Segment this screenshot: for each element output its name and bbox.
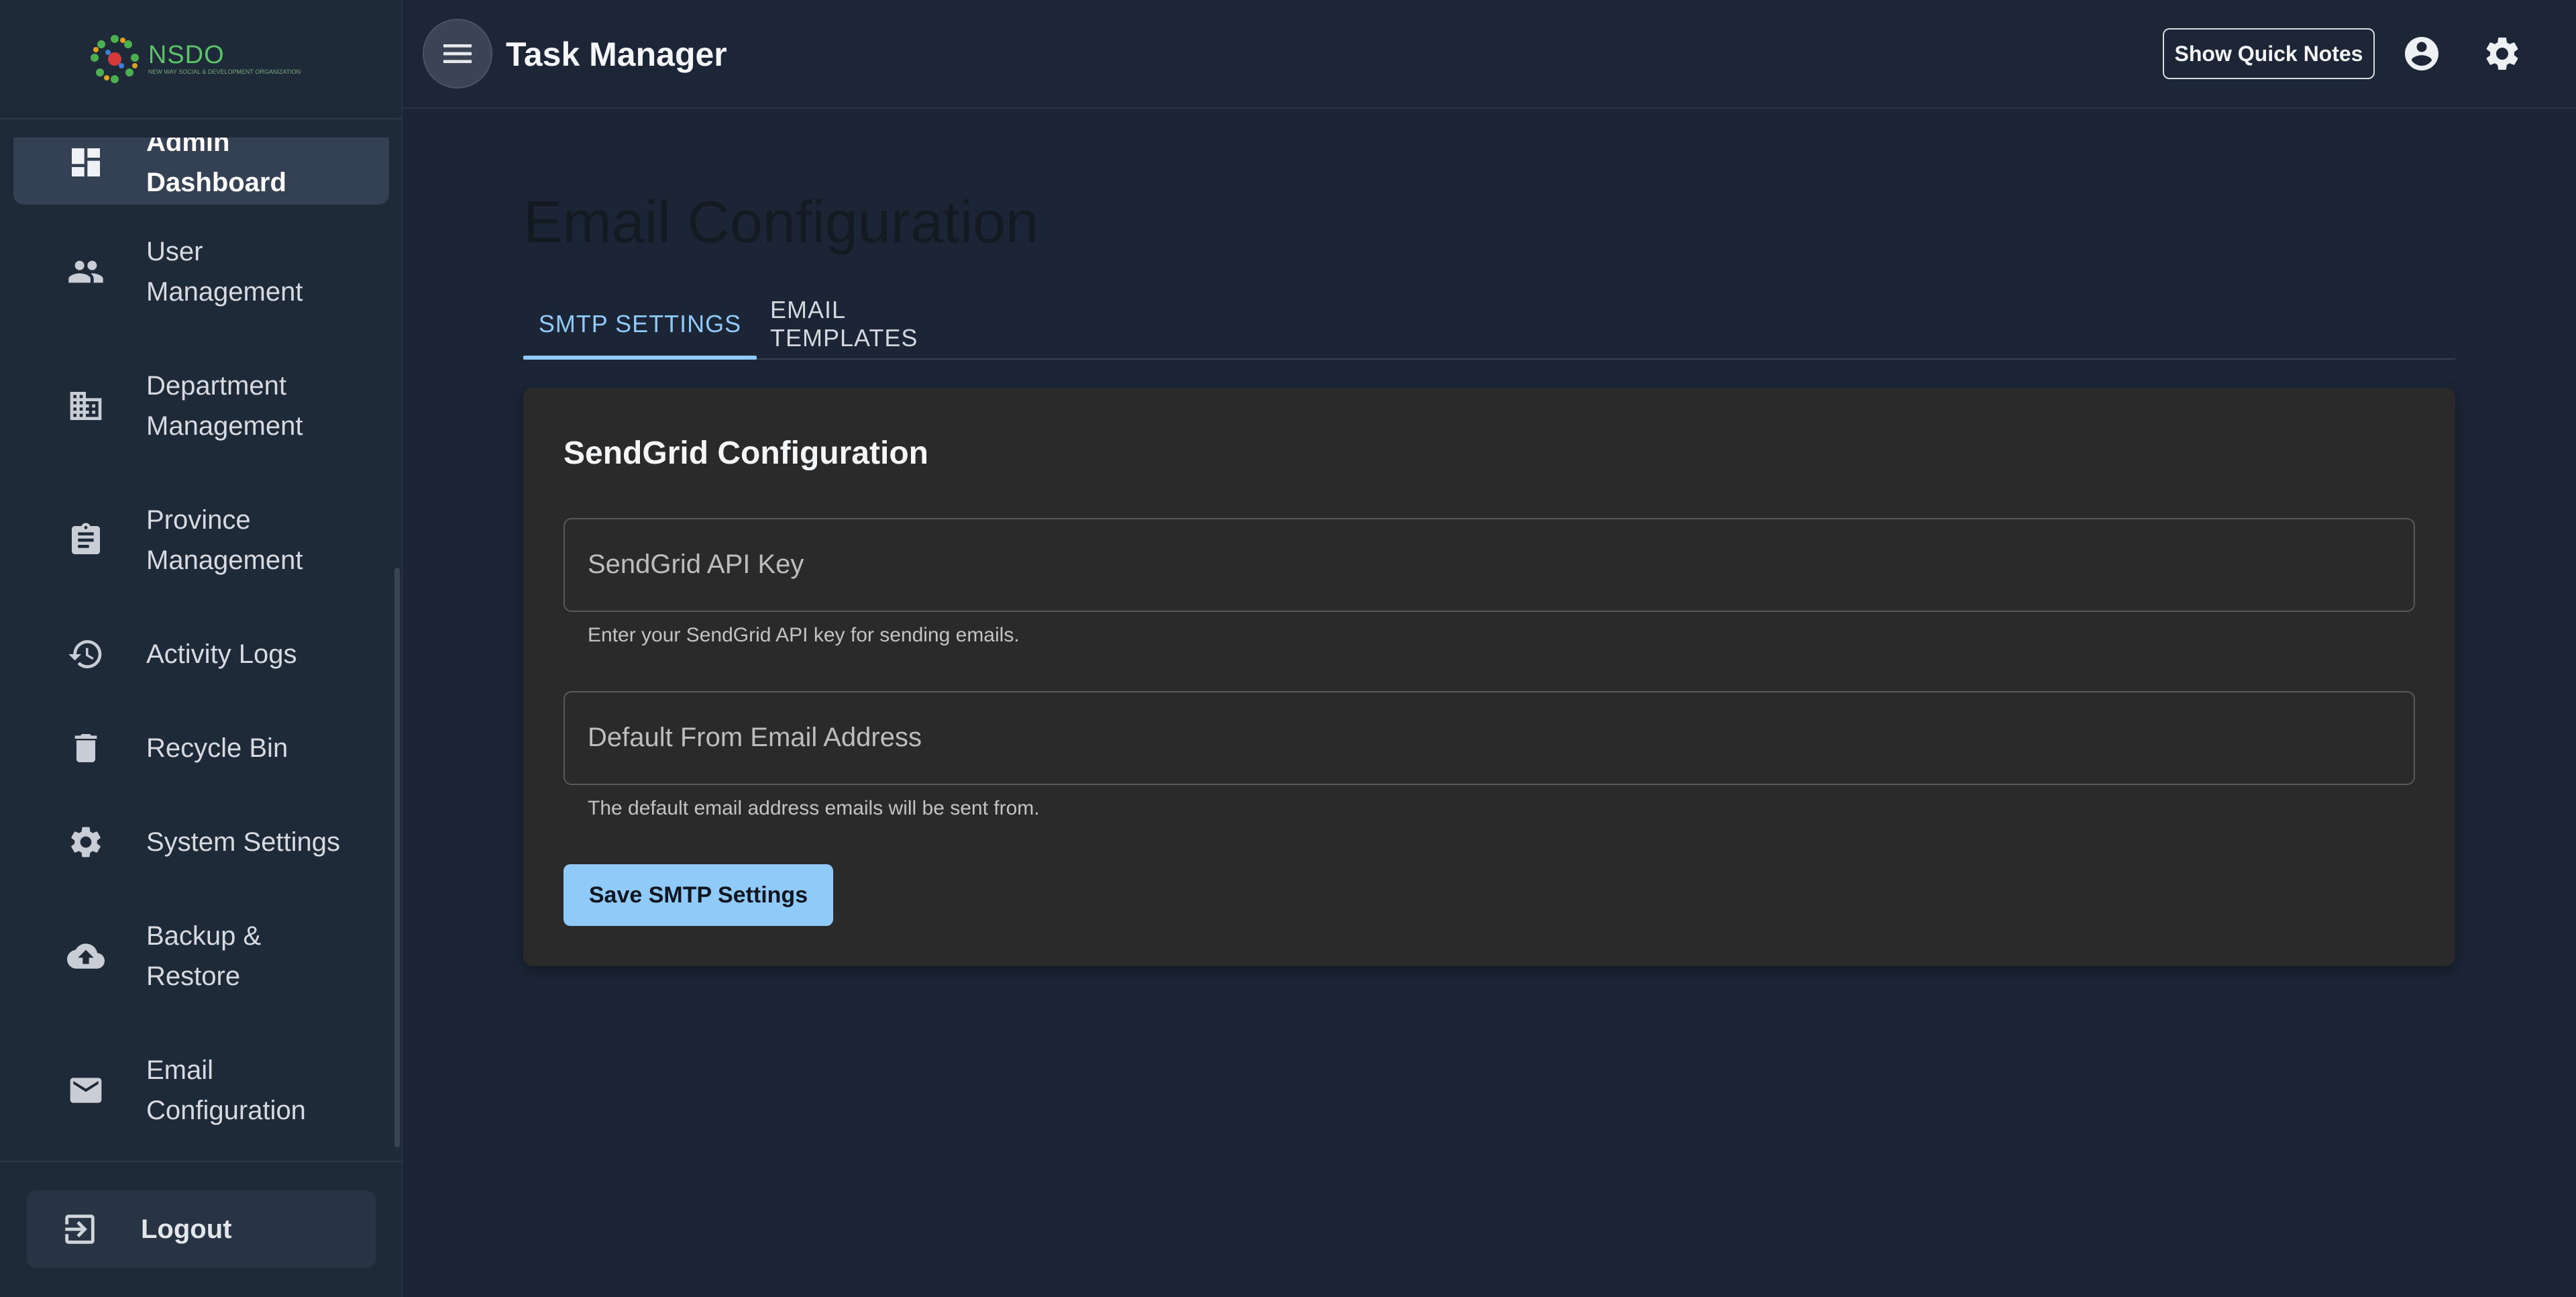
active-tab-indicator [523, 356, 757, 360]
nsdo-logo[interactable]: NSDO NEW WAY SOCIAL & DEVELOPMENT ORGANI… [88, 32, 301, 86]
sidebar: NSDO NEW WAY SOCIAL & DEVELOPMENT ORGANI… [0, 0, 402, 1297]
sendgrid-config-card: SendGrid Configuration SendGrid API Key … [523, 388, 2455, 966]
account-circle-icon [2405, 37, 2438, 70]
sidebar-item-label: Email Configuration [146, 1055, 306, 1125]
sidebar-item-label: Backup & Restore [146, 921, 262, 991]
sidebar-item-label: System Settings [146, 827, 341, 857]
api-key-placeholder: SendGrid API Key [588, 550, 804, 579]
cloud-upload-icon [66, 936, 106, 976]
building-icon [66, 386, 106, 426]
gear-icon [2486, 37, 2518, 70]
sidebar-item-label: Province Management [146, 505, 303, 575]
sidebar-nav: Admin Dashboard User Management Departme… [0, 138, 402, 1157]
sidebar-item-activity-logs[interactable]: Activity Logs [0, 607, 402, 701]
page-title: Email Configuration [523, 189, 1038, 255]
card-title: SendGrid Configuration [564, 435, 928, 471]
logo-tagline: NEW WAY SOCIAL & DEVELOPMENT ORGANIZATIO… [148, 68, 301, 76]
logout-button[interactable]: Logout [27, 1190, 376, 1268]
api-key-helper-text: Enter your SendGrid API key for sending … [588, 624, 1020, 646]
mail-icon [66, 1070, 106, 1110]
sidebar-item-admin-dashboard[interactable]: Admin Dashboard [13, 138, 389, 205]
from-email-placeholder: Default From Email Address [588, 723, 922, 752]
tab-email-templates[interactable]: EMAIL TEMPLATES [770, 289, 985, 360]
sidebar-item-system-settings[interactable]: System Settings [0, 795, 402, 889]
hamburger-menu-icon [443, 44, 472, 63]
sidebar-item-province-management[interactable]: Province Management [0, 473, 402, 607]
sidebar-item-label: Activity Logs [146, 639, 297, 669]
app-root: NSDO NEW WAY SOCIAL & DEVELOPMENT ORGANI… [0, 0, 2576, 1297]
trash-icon [66, 728, 106, 768]
logo-brand: NSDO [148, 41, 225, 70]
logout-label: Logout [141, 1214, 232, 1244]
sidebar-item-recycle-bin[interactable]: Recycle Bin [0, 701, 402, 795]
sidebar-item-email-configuration[interactable]: Email Configuration [0, 1023, 402, 1157]
sidebar-item-user-management[interactable]: User Management [0, 205, 402, 339]
dashboard-icon [66, 142, 106, 183]
sendgrid-api-key-field[interactable]: SendGrid API Key [564, 518, 2415, 612]
logout-icon [65, 1214, 95, 1244]
logo-mark-icon [88, 32, 142, 86]
sidebar-item-label: User Management [146, 237, 303, 307]
sidebar-item-label: Department Management [146, 371, 303, 441]
show-quick-notes-button[interactable]: Show Quick Notes [2163, 28, 2375, 79]
from-email-helper-text: The default email address emails will be… [588, 797, 1040, 819]
history-icon [66, 634, 106, 674]
app-title: Task Manager [506, 36, 727, 73]
sidebar-item-label: Admin Dashboard [146, 138, 286, 197]
save-smtp-settings-button[interactable]: Save SMTP Settings [564, 864, 833, 926]
top-app-bar: Task Manager Show Quick Notes [402, 0, 2576, 109]
gear-icon [66, 822, 106, 862]
logout-area: Logout [0, 1161, 402, 1297]
settings-button[interactable] [2481, 32, 2524, 75]
logo-area: NSDO NEW WAY SOCIAL & DEVELOPMENT ORGANI… [0, 0, 402, 119]
account-button[interactable] [2400, 32, 2443, 75]
tab-bar: SMTP SETTINGS EMAIL TEMPLATES [523, 289, 2455, 360]
menu-toggle-button[interactable] [423, 19, 492, 89]
sidebar-item-department-management[interactable]: Department Management [0, 339, 402, 473]
people-icon [66, 252, 106, 292]
default-from-email-field[interactable]: Default From Email Address [564, 691, 2415, 785]
sidebar-item-backup-restore[interactable]: Backup & Restore [0, 889, 402, 1023]
clipboard-icon [66, 520, 106, 560]
tab-smtp-settings[interactable]: SMTP SETTINGS [523, 289, 757, 360]
sidebar-item-label: Recycle Bin [146, 733, 288, 763]
sidebar-scrollbar[interactable] [394, 568, 400, 1147]
